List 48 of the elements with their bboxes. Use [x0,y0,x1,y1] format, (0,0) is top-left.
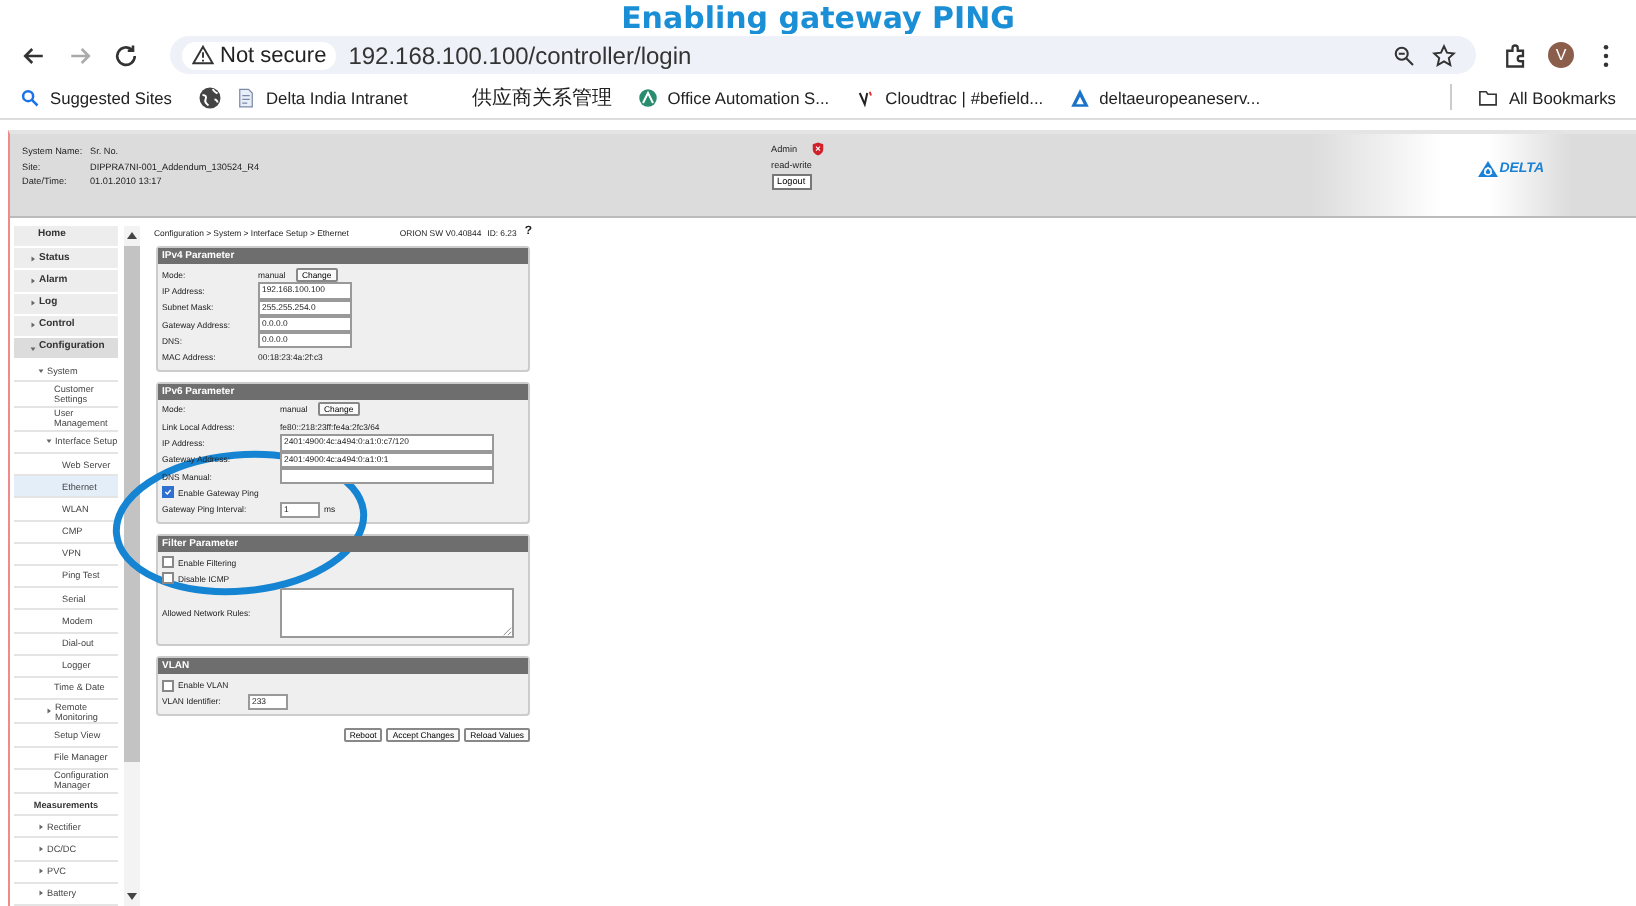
caret-right-icon [38,823,44,830]
scroll-down-icon[interactable] [126,890,138,902]
warning-icon [192,44,214,66]
resize-grip-icon[interactable] [501,625,511,636]
checkbox[interactable] [162,486,174,499]
text-area[interactable] [280,588,514,639]
bookmark[interactable]: Cloudtrac | #befield... [855,87,1044,107]
all-bookmarks[interactable]: All Bookmarks [1478,87,1616,107]
bookmark[interactable]: Office Automation S... [637,87,830,107]
page-icon [236,87,256,107]
bookmark[interactable]: 供应商关系管理 [433,83,612,111]
star-icon[interactable] [1432,43,1456,67]
reload-icon[interactable] [112,41,140,69]
globe-icon[interactable] [198,85,222,109]
profile-avatar[interactable]: V [1548,42,1574,68]
checkbox[interactable] [162,556,174,568]
caret-right-icon [38,890,44,897]
extensions-icon[interactable] [1502,41,1530,69]
input-field[interactable] [280,468,494,485]
search-icon [20,87,40,107]
caret-right-icon [46,708,52,715]
address-bar[interactable]: Not secure 192.168.100.100/controller/login [170,36,1476,74]
bookmark[interactable]: Delta India Intranet [236,87,408,107]
triangle-badge-icon [637,87,658,107]
shield-icon [811,142,824,156]
caret-down-icon [30,345,36,352]
folder-icon [1478,87,1499,107]
caret-down-icon [38,367,44,374]
caret-right-icon [30,255,36,262]
caret-right-icon [38,868,44,875]
delta-logo-icon [1477,160,1498,178]
caret-right-icon [30,300,36,307]
zoom-icon[interactable] [1392,43,1416,67]
bookmark[interactable]: Suggested Sites [20,87,172,107]
security-chip[interactable]: Not secure [182,41,337,69]
caret-right-icon [30,277,36,284]
scrollbar[interactable] [124,226,140,906]
checkbox[interactable] [162,679,174,692]
url-text: 192.168.100.100/controller/login [348,41,692,69]
slide-title: Enabling gateway PING [621,2,1015,34]
caret-right-icon [30,322,36,329]
caret-right-icon [38,846,44,853]
checkbox[interactable] [162,572,174,585]
caret-down-icon [46,438,52,445]
triangle-icon [1069,87,1090,107]
bookmark[interactable]: deltaeuropeaneserv... [1069,87,1261,107]
scroll-up-icon[interactable] [126,230,138,242]
v-mark-icon [855,87,876,107]
